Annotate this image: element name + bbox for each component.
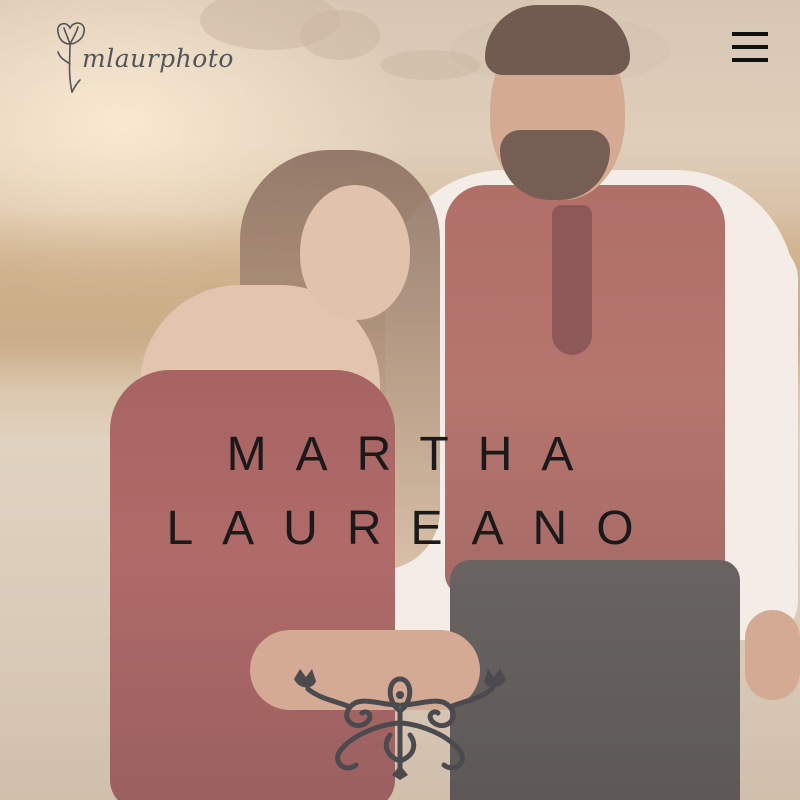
logo-text: mlaurphoto	[82, 44, 234, 73]
title-first-name: MARTHA	[226, 428, 603, 481]
flourish-ornament-icon	[294, 669, 506, 780]
title-last-name: LAUREANO	[166, 502, 663, 555]
site-logo[interactable]: mlaurphoto	[50, 18, 233, 98]
hamburger-menu-button[interactable]	[732, 30, 768, 64]
hero-section: mlaurphoto MARTHA LAUREANO	[0, 0, 800, 800]
menu-bar	[732, 32, 768, 36]
menu-bar	[732, 58, 768, 62]
menu-bar	[732, 45, 768, 49]
page-title: MARTHA LAUREANO	[0, 418, 800, 566]
